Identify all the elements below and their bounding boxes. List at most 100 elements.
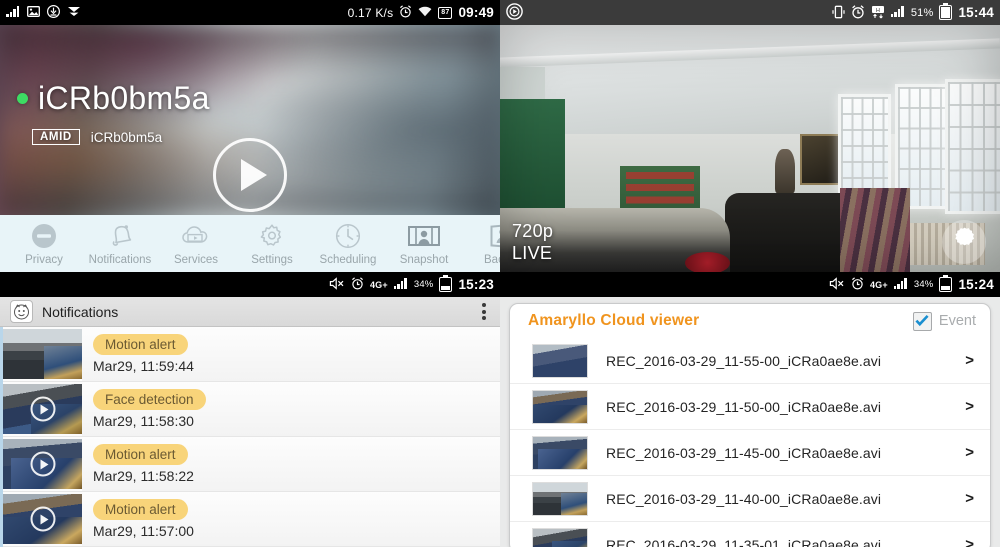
network-type-text: 4G+ bbox=[869, 279, 888, 290]
download-icon bbox=[46, 4, 61, 20]
list-item[interactable]: Face detection Mar29, 11:58:30 bbox=[3, 382, 500, 437]
toolbar-item-snapshot[interactable]: Snapshot bbox=[386, 221, 462, 266]
stream-mode: LIVE bbox=[512, 243, 553, 263]
recording-filename: REC_2016-03-29_11-40-00_iCRa0ae8e.avi bbox=[606, 490, 882, 507]
event-filter-checkbox[interactable]: Event bbox=[912, 311, 976, 331]
alarm-icon bbox=[851, 4, 865, 21]
camera-name: iCRb0bm5a bbox=[38, 80, 210, 116]
recording-thumbnail bbox=[532, 343, 588, 378]
battery-icon bbox=[439, 275, 453, 292]
camera-icon bbox=[407, 221, 441, 251]
recording-thumbnail bbox=[532, 435, 588, 470]
camera-device-id: iCRb0bm5a bbox=[90, 129, 163, 145]
chevron-right-icon[interactable]: > bbox=[955, 352, 974, 369]
toolbar-item-services[interactable]: Services bbox=[158, 221, 234, 266]
chevron-right-icon[interactable]: > bbox=[955, 398, 974, 415]
clock-text: 15:23 bbox=[458, 277, 494, 292]
privacy-icon bbox=[30, 221, 58, 251]
notification-time: Mar29, 11:58:22 bbox=[93, 468, 194, 484]
toolbar-label-privacy: Privacy bbox=[25, 254, 63, 266]
clock-text: 09:49 bbox=[458, 5, 494, 20]
table-row[interactable]: REC_2016-03-29_11-45-00_iCRa0ae8e.avi > bbox=[510, 430, 990, 476]
wifi-icon bbox=[418, 6, 432, 19]
camera-preview[interactable]: iCRb0bm5a AMID iCRb0bm5a bbox=[0, 25, 500, 215]
alarm-icon bbox=[851, 277, 864, 292]
recording-filename: REC_2016-03-29_11-55-00_iCRa0ae8e.avi bbox=[606, 352, 882, 369]
kebab-menu-icon[interactable] bbox=[478, 299, 490, 324]
gear-icon bbox=[258, 221, 286, 251]
notification-badge: Motion alert bbox=[93, 444, 188, 465]
camera-sub-row: AMID iCRb0bm5a bbox=[32, 129, 162, 145]
battery-percent-text: 34% bbox=[913, 279, 934, 290]
alarm-icon bbox=[351, 277, 364, 292]
chevron-right-icon[interactable]: > bbox=[955, 490, 974, 507]
play-icon bbox=[30, 451, 55, 477]
svg-text:H: H bbox=[876, 7, 880, 13]
toolbar-label-services: Services bbox=[173, 254, 219, 266]
notification-time: Mar29, 11:58:30 bbox=[93, 413, 194, 429]
panel-notifications: 4G+ 34% 15:23 Notifications Motion alert… bbox=[0, 272, 500, 547]
battery-icon bbox=[939, 275, 953, 292]
camera-name-row: iCRb0bm5a bbox=[17, 80, 210, 117]
stream-resolution: 720p bbox=[512, 221, 554, 241]
scene-vignette bbox=[500, 25, 1000, 272]
data-rate-text: 0.17 K/s bbox=[347, 5, 394, 20]
notification-time: Mar29, 11:59:44 bbox=[93, 358, 194, 374]
toolbar-item-settings[interactable]: Settings bbox=[234, 221, 310, 266]
toolbar-label-background: Backg bbox=[484, 254, 500, 266]
panel-camera-card: 0.17 K/s 87 09:49 iCRb0bm5a AMID iCRb0bm bbox=[0, 0, 500, 272]
mute-icon bbox=[329, 277, 345, 292]
clock-text: 15:24 bbox=[958, 277, 994, 292]
battery-percent-text: 34% bbox=[413, 279, 434, 290]
recording-filename: REC_2016-03-29_11-50-00_iCRa0ae8e.avi bbox=[606, 398, 882, 415]
status-bar-top-right: H 51% 15:44 bbox=[500, 0, 1000, 25]
play-icon bbox=[30, 396, 55, 422]
toolbar-item-privacy[interactable]: Privacy bbox=[6, 221, 82, 266]
screenshot-root: 0.17 K/s 87 09:49 iCRb0bm5a AMID iCRb0bm bbox=[0, 0, 1000, 547]
signal-icon bbox=[893, 278, 908, 291]
table-row[interactable]: REC_2016-03-29_11-50-00_iCRa0ae8e.avi > bbox=[510, 384, 990, 430]
notification-thumbnail bbox=[3, 384, 82, 434]
online-status-dot bbox=[17, 93, 28, 104]
signal-icon bbox=[6, 6, 20, 19]
notification-badge: Face detection bbox=[93, 389, 206, 410]
cloud-viewer-title: Amaryllo Cloud viewer bbox=[528, 312, 700, 329]
notification-badge: Motion alert bbox=[93, 499, 188, 520]
panel-cloud-viewer: 4G+ 34% 15:24 Amaryllo Cloud viewer Even… bbox=[500, 272, 1000, 547]
toolbar-item-notifications[interactable]: Notifications bbox=[82, 221, 158, 266]
chevron-right-icon[interactable]: > bbox=[955, 536, 974, 547]
stream-info-overlay: 720p LIVE bbox=[512, 220, 553, 264]
tiger-app-icon bbox=[10, 300, 33, 323]
cloud-viewer-card: Amaryllo Cloud viewer Event REC_2016-03-… bbox=[509, 303, 991, 547]
toolbar-item-scheduling[interactable]: Scheduling bbox=[310, 221, 386, 266]
table-row[interactable]: REC_2016-03-29_11-40-00_iCRa0ae8e.avi > bbox=[510, 476, 990, 522]
notifications-list[interactable]: Motion alert Mar29, 11:59:44 Face detect… bbox=[0, 327, 500, 547]
notifications-header: Notifications bbox=[0, 297, 500, 327]
table-row[interactable]: REC_2016-03-29_11-55-00_iCRa0ae8e.avi > bbox=[510, 338, 990, 384]
alarm-icon bbox=[399, 5, 412, 20]
play-button[interactable] bbox=[213, 138, 287, 212]
table-row[interactable]: REC_2016-03-29_11-35-01_iCRa0ae8e.avi > bbox=[510, 522, 990, 547]
settings-button[interactable] bbox=[942, 220, 986, 264]
live-video-stream[interactable]: 720p LIVE bbox=[500, 25, 1000, 272]
gear-icon bbox=[951, 226, 978, 258]
signal-icon bbox=[393, 278, 408, 291]
list-item[interactable]: Motion alert Mar29, 11:57:00 bbox=[3, 492, 500, 547]
network-type-text: 4G+ bbox=[369, 279, 388, 290]
clock-icon bbox=[334, 221, 362, 251]
list-item[interactable]: Motion alert Mar29, 11:59:44 bbox=[3, 327, 500, 382]
clock-text: 15:44 bbox=[958, 5, 994, 20]
event-filter-label: Event bbox=[938, 313, 976, 329]
toolbar-item-background[interactable]: Backg bbox=[462, 221, 500, 266]
record-circle-icon bbox=[506, 3, 523, 22]
chevron-right-icon[interactable]: > bbox=[955, 444, 974, 461]
mute-icon bbox=[829, 277, 845, 292]
toolbar-label-settings: Settings bbox=[251, 254, 293, 266]
signal-icon bbox=[890, 6, 905, 19]
list-item[interactable]: Motion alert Mar29, 11:58:22 bbox=[3, 437, 500, 492]
notification-badge: Motion alert bbox=[93, 334, 188, 355]
checkbox-icon bbox=[912, 311, 932, 331]
notifications-title: Notifications bbox=[42, 303, 119, 320]
chevron-icons bbox=[67, 6, 81, 19]
toolbar-label-scheduling: Scheduling bbox=[319, 254, 377, 266]
